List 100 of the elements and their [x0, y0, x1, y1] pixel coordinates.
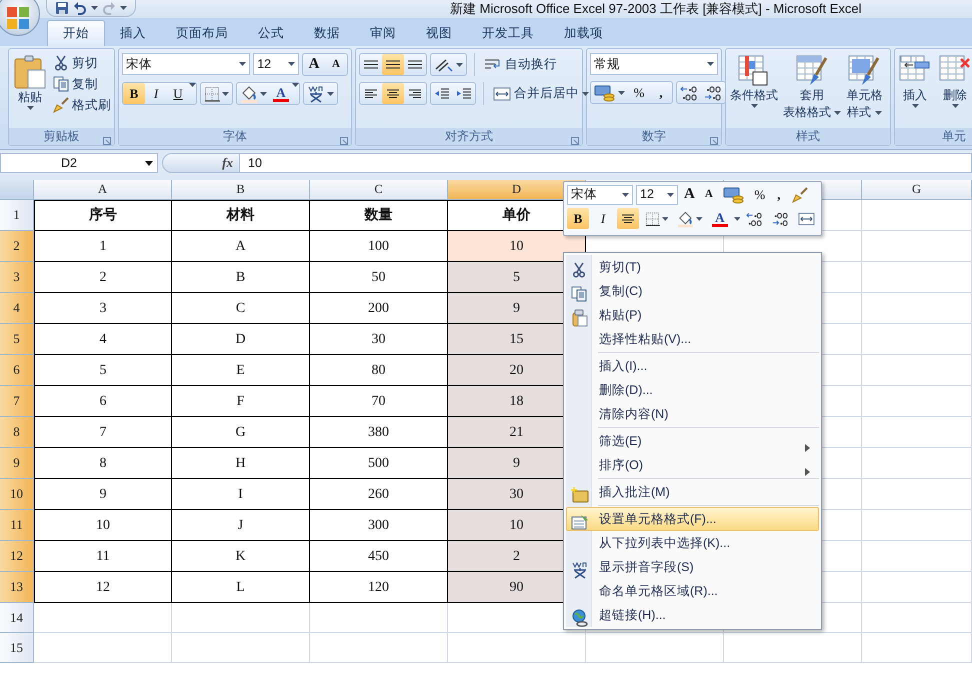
- column-header[interactable]: C: [310, 180, 448, 200]
- row-header[interactable]: 13: [0, 572, 34, 603]
- sheet-cell[interactable]: [862, 448, 972, 479]
- font-name-field[interactable]: 宋体: [122, 53, 250, 75]
- italic-button[interactable]: I: [145, 83, 167, 104]
- dialog-launcher-icon: [340, 136, 348, 145]
- column-header[interactable]: A: [34, 180, 172, 200]
- shrink-font-button[interactable]: A: [325, 54, 347, 75]
- ribbon-tab[interactable]: 页面布局: [161, 21, 243, 46]
- row-header[interactable]: 7: [0, 386, 34, 417]
- sheet-cell[interactable]: [862, 510, 972, 541]
- sheet-cell[interactable]: [172, 603, 310, 633]
- row-header[interactable]: 11: [0, 510, 34, 541]
- ribbon-tab[interactable]: 加载项: [549, 21, 618, 46]
- italic-button[interactable]: I: [592, 208, 614, 229]
- ribbon-tab[interactable]: 审阅: [355, 21, 411, 46]
- bold-button[interactable]: B: [567, 208, 589, 229]
- sheet-cell[interactable]: [862, 417, 972, 448]
- app-menu-button[interactable]: [0, 0, 40, 36]
- grow-font-button[interactable]: A: [303, 54, 325, 75]
- vertical-align-button[interactable]: [382, 54, 404, 75]
- sheet-cell[interactable]: [34, 633, 172, 663]
- ribbon-tab[interactable]: 开始: [47, 20, 105, 46]
- sheet-cell[interactable]: [862, 603, 972, 633]
- sheet-cell[interactable]: [862, 479, 972, 510]
- font-size-field[interactable]: 12: [253, 53, 299, 75]
- ribbon-tab[interactable]: 视图: [411, 21, 467, 46]
- sheet-cell[interactable]: [172, 633, 310, 663]
- sheet-cell[interactable]: [862, 633, 972, 663]
- sheet-cell[interactable]: [862, 200, 972, 231]
- number-format-field[interactable]: 常规: [590, 53, 718, 75]
- sheet-cell[interactable]: [448, 633, 586, 663]
- delete-cells-button[interactable]: 删除: [938, 53, 972, 110]
- conditional-format-button[interactable]: 条件格式: [729, 53, 779, 123]
- merge-cells-icon: [493, 86, 511, 102]
- font-color-button[interactable]: A: [270, 83, 292, 104]
- merge-center-button[interactable]: 合并后居中: [491, 82, 591, 105]
- sheet-cell[interactable]: [862, 293, 972, 324]
- menu-item[interactable]: 设置单元格格式(F)...: [566, 507, 819, 531]
- copy-button[interactable]: 复制: [51, 74, 113, 94]
- menu-item[interactable]: 超链接(H)...: [566, 603, 819, 627]
- comma-button[interactable]: ,: [650, 82, 672, 103]
- sheet-cell[interactable]: [862, 231, 972, 262]
- row-header[interactable]: 9: [0, 448, 34, 479]
- caret-icon: [696, 216, 703, 220]
- ribbon-tab[interactable]: 公式: [243, 21, 299, 46]
- comma-button[interactable]: ,: [772, 184, 786, 205]
- row-header[interactable]: 2: [0, 231, 34, 262]
- row-header[interactable]: 12: [0, 541, 34, 572]
- insert-function-button[interactable]: fx: [162, 153, 240, 173]
- row-header[interactable]: 3: [0, 262, 34, 293]
- row-header[interactable]: 14: [0, 603, 34, 633]
- sheet-cell[interactable]: [586, 633, 724, 663]
- ribbon-tab[interactable]: 数据: [299, 21, 355, 46]
- sheet-cell[interactable]: [862, 355, 972, 386]
- percent-button[interactable]: %: [628, 82, 650, 103]
- row-header[interactable]: 8: [0, 417, 34, 448]
- formula-field[interactable]: 10: [240, 153, 972, 173]
- paste-button[interactable]: 粘贴: [12, 53, 48, 116]
- font-size-field[interactable]: 12: [636, 184, 678, 204]
- sheet-cell[interactable]: [310, 633, 448, 663]
- horizontal-align-button[interactable]: [382, 83, 404, 104]
- row-header[interactable]: 4: [0, 293, 34, 324]
- group-title: 字体: [223, 129, 247, 143]
- sheet-cell[interactable]: [862, 541, 972, 572]
- row-header[interactable]: 5: [0, 324, 34, 355]
- bold-button[interactable]: B: [123, 83, 145, 104]
- font-name-field[interactable]: 宋体: [567, 184, 633, 204]
- table-cell: F: [172, 386, 310, 417]
- sheet-cell[interactable]: [862, 262, 972, 293]
- name-box[interactable]: D2: [0, 153, 158, 173]
- column-header[interactable]: B: [172, 180, 310, 200]
- wrap-text-button[interactable]: 自动换行: [482, 53, 559, 76]
- sheet-cell[interactable]: [34, 603, 172, 633]
- underline-button[interactable]: U: [167, 83, 189, 104]
- format-painter-button[interactable]: 格式刷: [51, 94, 113, 116]
- ribbon-tab[interactable]: 开发工具: [467, 21, 549, 46]
- grow-font-button[interactable]: A: [681, 184, 698, 205]
- column-header[interactable]: G: [862, 180, 972, 200]
- sheet-cell[interactable]: [862, 386, 972, 417]
- row-header[interactable]: 10: [0, 479, 34, 510]
- row-header[interactable]: 15: [0, 633, 34, 663]
- align-icon: [363, 60, 379, 69]
- center-button[interactable]: [617, 208, 639, 229]
- sheet-cell[interactable]: [310, 603, 448, 633]
- insert-cells-button[interactable]: 插入: [898, 53, 932, 110]
- sheet-cell[interactable]: [724, 633, 862, 663]
- row-header[interactable]: 6: [0, 355, 34, 386]
- percent-button[interactable]: %: [750, 184, 769, 205]
- ribbon-tab[interactable]: 插入: [105, 21, 161, 46]
- select-all-button[interactable]: [0, 180, 34, 200]
- cell-styles-button[interactable]: 单元格 样式: [845, 53, 884, 123]
- cut-button[interactable]: 剪切: [51, 53, 113, 74]
- sheet-cell[interactable]: [862, 572, 972, 603]
- sheet-cell[interactable]: [862, 324, 972, 355]
- shrink-font-button[interactable]: A: [700, 184, 717, 205]
- caret-icon: [260, 92, 267, 96]
- table-format-button[interactable]: 套用 表格格式: [782, 53, 842, 123]
- font-color-button[interactable]: A: [708, 208, 731, 229]
- row-header[interactable]: 1: [0, 200, 34, 231]
